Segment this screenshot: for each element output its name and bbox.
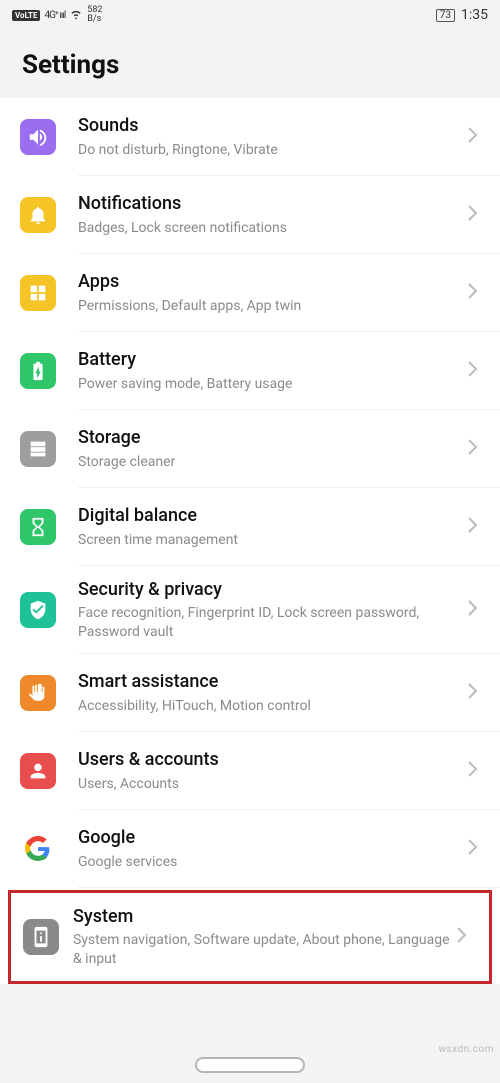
row-subtitle: Badges, Lock screen notifications <box>78 219 462 238</box>
highlighted-system-row: System System navigation, Software updat… <box>8 890 492 984</box>
sound-icon <box>20 119 56 155</box>
chevron-right-icon <box>468 761 486 781</box>
battery-indicator: 73 <box>436 9 455 22</box>
chevron-right-icon <box>457 927 475 947</box>
row-subtitle: System navigation, Software update, Abou… <box>73 931 451 969</box>
row-subtitle: Users, Accounts <box>78 775 462 794</box>
network-speed: 582B/s <box>87 6 102 24</box>
hourglass-icon <box>20 509 56 545</box>
settings-row-sounds[interactable]: Sounds Do not disturb, Ringtone, Vibrate <box>0 98 500 176</box>
row-subtitle: Do not disturb, Ringtone, Vibrate <box>78 141 462 160</box>
google-icon <box>20 831 56 867</box>
chevron-right-icon <box>468 127 486 147</box>
row-body: Apps Permissions, Default apps, App twin <box>78 270 462 315</box>
row-title: Digital balance <box>78 504 462 528</box>
row-body: Sounds Do not disturb, Ringtone, Vibrate <box>78 114 462 159</box>
shield-icon <box>20 592 56 628</box>
row-body: Security & privacy Face recognition, Fin… <box>78 578 462 642</box>
settings-row-digital-balance[interactable]: Digital balance Screen time management <box>0 488 500 566</box>
row-body: Storage Storage cleaner <box>78 426 462 471</box>
settings-row-users[interactable]: Users & accounts Users, Accounts <box>0 732 500 810</box>
status-right: 73 1:35 <box>436 7 488 23</box>
settings-row-battery[interactable]: Battery Power saving mode, Battery usage <box>0 332 500 410</box>
row-body: Battery Power saving mode, Battery usage <box>78 348 462 393</box>
settings-list: Sounds Do not disturb, Ringtone, Vibrate… <box>0 98 500 984</box>
chevron-right-icon <box>468 517 486 537</box>
bell-icon <box>20 197 56 233</box>
watermark: wsxdn.com <box>438 1044 494 1055</box>
clock: 1:35 <box>461 7 488 23</box>
phone-info-icon <box>23 919 59 955</box>
row-title: Security & privacy <box>78 578 462 602</box>
row-body: Smart assistance Accessibility, HiTouch,… <box>78 670 462 715</box>
row-title: Users & accounts <box>78 748 462 772</box>
settings-row-apps[interactable]: Apps Permissions, Default apps, App twin <box>0 254 500 332</box>
chevron-right-icon <box>468 600 486 620</box>
signal-indicator: 4G⁺ ıııl <box>44 10 65 21</box>
apps-grid-icon <box>20 275 56 311</box>
row-subtitle: Face recognition, Fingerprint ID, Lock s… <box>78 604 462 642</box>
settings-row-smart-assistance[interactable]: Smart assistance Accessibility, HiTouch,… <box>0 654 500 732</box>
wifi-icon <box>69 7 83 24</box>
status-bar: VoLTE 4G⁺ ıııl 582B/s 73 1:35 <box>0 0 500 30</box>
settings-row-google[interactable]: Google Google services <box>0 810 500 888</box>
row-title: Sounds <box>78 114 462 138</box>
user-icon <box>20 753 56 789</box>
settings-row-storage[interactable]: Storage Storage cleaner <box>0 410 500 488</box>
row-subtitle: Power saving mode, Battery usage <box>78 375 462 394</box>
row-title: Notifications <box>78 192 462 216</box>
row-body: Notifications Badges, Lock screen notifi… <box>78 192 462 237</box>
chevron-right-icon <box>468 361 486 381</box>
volte-badge: VoLTE <box>12 10 40 21</box>
settings-row-notifications[interactable]: Notifications Badges, Lock screen notifi… <box>0 176 500 254</box>
page-title: Settings <box>0 30 500 98</box>
settings-row-system[interactable]: System System navigation, Software updat… <box>11 893 489 981</box>
chevron-right-icon <box>468 439 486 459</box>
row-subtitle: Screen time management <box>78 531 462 550</box>
row-body: System System navigation, Software updat… <box>73 905 451 969</box>
chevron-right-icon <box>468 839 486 859</box>
chevron-right-icon <box>468 205 486 225</box>
row-title: Battery <box>78 348 462 372</box>
row-body: Users & accounts Users, Accounts <box>78 748 462 793</box>
row-body: Digital balance Screen time management <box>78 504 462 549</box>
home-indicator[interactable] <box>195 1057 305 1073</box>
settings-row-security[interactable]: Security & privacy Face recognition, Fin… <box>0 566 500 654</box>
chevron-right-icon <box>468 283 486 303</box>
storage-icon <box>20 431 56 467</box>
row-title: Smart assistance <box>78 670 462 694</box>
row-title: Apps <box>78 270 462 294</box>
row-title: Storage <box>78 426 462 450</box>
row-subtitle: Permissions, Default apps, App twin <box>78 297 462 316</box>
hand-icon <box>20 675 56 711</box>
chevron-right-icon <box>468 683 486 703</box>
battery-icon <box>20 353 56 389</box>
status-left: VoLTE 4G⁺ ıııl 582B/s <box>12 6 102 24</box>
row-body: Google Google services <box>78 826 462 871</box>
row-title: System <box>73 905 451 929</box>
row-title: Google <box>78 826 462 850</box>
row-subtitle: Google services <box>78 853 462 872</box>
row-subtitle: Accessibility, HiTouch, Motion control <box>78 697 462 716</box>
row-subtitle: Storage cleaner <box>78 453 462 472</box>
